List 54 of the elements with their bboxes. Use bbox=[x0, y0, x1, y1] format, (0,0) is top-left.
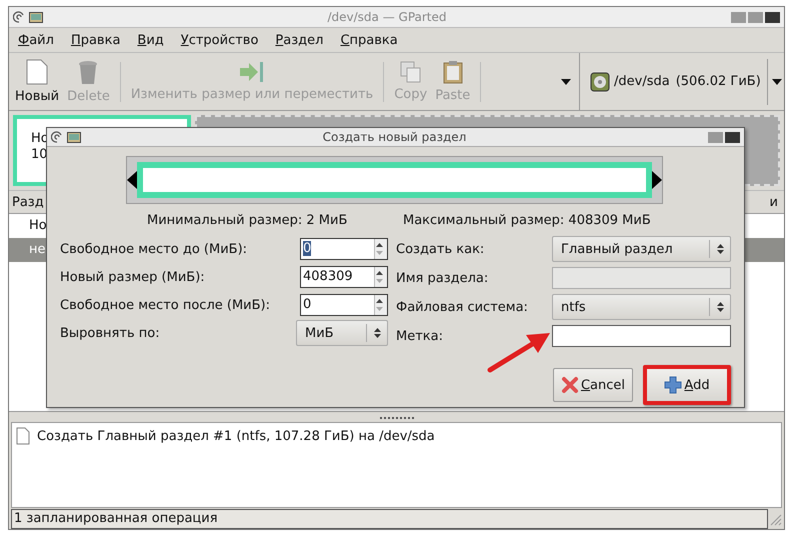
spin-field[interactable]: 408309 bbox=[300, 266, 388, 288]
toolbar-button[interactable]: Новый bbox=[11, 57, 64, 106]
field-label: Новый размер (МиБ): bbox=[60, 270, 205, 284]
document-icon bbox=[16, 427, 30, 445]
resize-grip-icon[interactable] bbox=[768, 512, 782, 526]
plus-icon bbox=[664, 376, 682, 394]
close-button[interactable] bbox=[765, 12, 780, 22]
field-label: Свободное место до (МиБ): bbox=[60, 242, 248, 256]
min-size-text: Минимальный размер: 2 МиБ bbox=[147, 213, 348, 230]
menu-item[interactable]: Правка bbox=[70, 32, 120, 48]
dropdown[interactable]: МиБ bbox=[296, 320, 388, 346]
close-button[interactable] bbox=[725, 132, 740, 142]
swirl-icon bbox=[51, 131, 63, 143]
splitter-handle[interactable] bbox=[380, 417, 414, 419]
status-text: 1 запланированная операция bbox=[11, 509, 768, 529]
dropdown-arrow-icon[interactable] bbox=[561, 78, 571, 84]
dropdown-arrow-icon bbox=[772, 78, 782, 84]
operation-text: Создать Главный раздел #1 (ntfs, 107.28 ГиБ) на /dev/sda bbox=[37, 428, 435, 444]
dialog-title: Создать новый раздел bbox=[322, 130, 468, 144]
add-button[interactable]: Add bbox=[643, 365, 731, 405]
field-label: Имя раздела: bbox=[396, 270, 488, 286]
field-label: Файловая система: bbox=[396, 300, 528, 314]
menu-item[interactable]: Раздел bbox=[275, 32, 324, 48]
document-icon bbox=[26, 59, 48, 85]
copy-icon bbox=[400, 61, 422, 83]
app-icon bbox=[67, 132, 81, 142]
field-label: Метка: bbox=[396, 328, 443, 344]
clipboard-icon bbox=[442, 60, 463, 84]
menu-item[interactable]: Вид bbox=[137, 32, 164, 48]
arrow-right-icon bbox=[239, 61, 266, 83]
up-down-arrows-icon bbox=[716, 242, 725, 256]
app-icon bbox=[29, 12, 43, 22]
spin-field[interactable]: 0 bbox=[300, 294, 388, 316]
column-header[interactable]: Разд bbox=[9, 194, 47, 210]
dropdown[interactable]: ntfs bbox=[552, 294, 731, 320]
cancel-button[interactable]: Cancel bbox=[553, 368, 633, 402]
menu-item[interactable]: Файл bbox=[18, 32, 54, 48]
field-label: Свободное место после (МиБ): bbox=[60, 298, 270, 312]
up-down-arrows-icon bbox=[373, 326, 382, 340]
window-title: /dev/sda — GParted bbox=[326, 10, 448, 24]
device-selector[interactable]: /dev/sda (506.02 ГиБ) bbox=[579, 53, 784, 110]
menu-item[interactable]: Справка bbox=[340, 32, 398, 48]
swirl-icon bbox=[13, 11, 25, 23]
input-field[interactable] bbox=[552, 325, 731, 347]
up-down-arrows-icon bbox=[716, 300, 725, 314]
trash-can-icon bbox=[77, 59, 100, 85]
column-header[interactable]: и bbox=[766, 194, 784, 210]
menu-item[interactable]: Устройство bbox=[180, 32, 258, 48]
spin-field[interactable]: 0 bbox=[300, 238, 388, 260]
max-size-text: Максимальный размер: 408309 МиБ bbox=[403, 213, 651, 230]
field-label: Выровнять по: bbox=[60, 326, 160, 340]
close-icon bbox=[560, 376, 579, 394]
dropdown[interactable]: Главный раздел bbox=[552, 236, 731, 262]
field-label: Создать как: bbox=[396, 242, 484, 256]
